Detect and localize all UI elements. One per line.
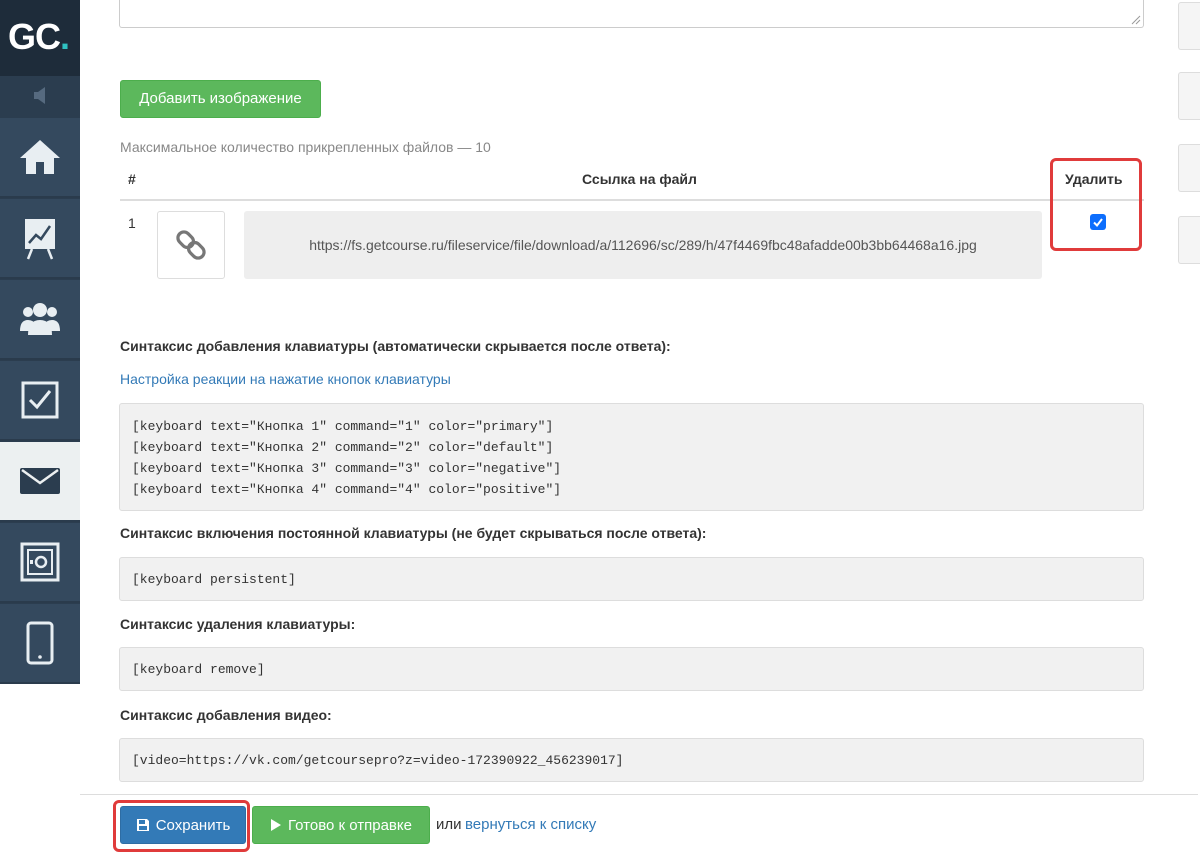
logo[interactable]: GC. — [0, 0, 80, 76]
main-content: Добавить изображение Максимальное количе… — [80, 0, 1198, 858]
keyboard-remove-heading: Синтаксис удаления клавиатуры: — [120, 616, 356, 632]
sidebar-item-reports[interactable] — [0, 199, 80, 279]
sidebar-item-users[interactable] — [0, 280, 80, 360]
max-files-note: Максимальное количество прикрепленных фа… — [120, 139, 491, 155]
right-panel-button[interactable] — [1178, 2, 1200, 50]
back-to-list-link[interactable]: вернуться к списку — [465, 816, 596, 833]
logo-text: GC. — [8, 16, 70, 57]
resize-grip-icon[interactable] — [1131, 15, 1141, 25]
code-line: [keyboard remove] — [132, 662, 265, 677]
right-panel-button[interactable] — [1178, 72, 1200, 120]
users-icon — [20, 303, 60, 335]
play-icon — [271, 819, 282, 831]
right-panel-button[interactable] — [1178, 144, 1200, 192]
sidebar: GC. — [0, 0, 80, 858]
sidebar-item-safe[interactable] — [0, 523, 80, 603]
home-icon — [20, 140, 60, 174]
column-header-number: # — [128, 171, 136, 187]
link-icon — [176, 230, 206, 260]
code-line: [keyboard text="Кнопка 2" command="2" co… — [132, 440, 554, 455]
announcements-toggle[interactable] — [0, 76, 80, 116]
sidebar-empty-space — [0, 684, 80, 858]
footer-divider — [80, 794, 1198, 795]
sidebar-item-messages[interactable] — [0, 442, 80, 522]
row-number: 1 — [128, 215, 136, 231]
mobile-icon — [26, 621, 54, 665]
code-line: [keyboard text="Кнопка 4" command="4" co… — [132, 482, 562, 497]
file-thumbnail[interactable] — [157, 211, 225, 279]
column-header-link: Ссылка на файл — [582, 171, 697, 187]
file-url-field[interactable]: https://fs.getcourse.ru/fileservice/file… — [244, 211, 1042, 279]
sidebar-item-tasks[interactable] — [0, 361, 80, 441]
safe-icon — [20, 542, 60, 582]
keyboard-add-heading: Синтаксис добавления клавиатуры (автомат… — [120, 338, 671, 354]
code-line: [video=https://vk.com/getcoursepro?z=vid… — [132, 753, 624, 768]
file-url-text: https://fs.getcourse.ru/fileservice/file… — [309, 237, 977, 253]
table-header-divider — [120, 199, 1144, 201]
or-text: или — [436, 816, 462, 833]
mail-icon — [20, 468, 60, 494]
sidebar-item-home[interactable] — [0, 118, 80, 198]
delete-column-highlight — [1050, 158, 1142, 251]
save-button-highlight — [113, 800, 250, 852]
ready-button-label: Готово к отправке — [288, 816, 412, 834]
task-check-icon — [21, 381, 59, 419]
sidebar-item-mobile[interactable] — [0, 604, 80, 684]
keyboard-remove-code[interactable]: [keyboard remove] — [119, 647, 1144, 691]
keyboard-persistent-heading: Синтаксис включения постоянной клавиатур… — [120, 525, 707, 541]
speaker-icon — [34, 87, 45, 104]
keyboard-persistent-code[interactable]: [keyboard persistent] — [119, 557, 1144, 601]
right-panel-button[interactable] — [1178, 216, 1200, 264]
keyboard-add-code[interactable]: [keyboard text="Кнопка 1" command="1" co… — [119, 403, 1144, 511]
keyboard-settings-link[interactable]: Настройка реакции на нажатие кнопок клав… — [120, 371, 451, 387]
chart-board-icon — [25, 219, 55, 260]
code-line: [keyboard text="Кнопка 3" command="3" co… — [132, 461, 562, 476]
code-line: [keyboard text="Кнопка 1" command="1" co… — [132, 419, 554, 434]
code-line: [keyboard persistent] — [132, 572, 296, 587]
ready-to-send-button[interactable]: Готово к отправке — [252, 806, 430, 844]
video-code[interactable]: [video=https://vk.com/getcoursepro?z=vid… — [119, 738, 1144, 782]
message-textarea[interactable] — [119, 0, 1144, 28]
video-heading: Синтаксис добавления видео: — [120, 707, 332, 723]
add-image-button[interactable]: Добавить изображение — [120, 80, 321, 118]
